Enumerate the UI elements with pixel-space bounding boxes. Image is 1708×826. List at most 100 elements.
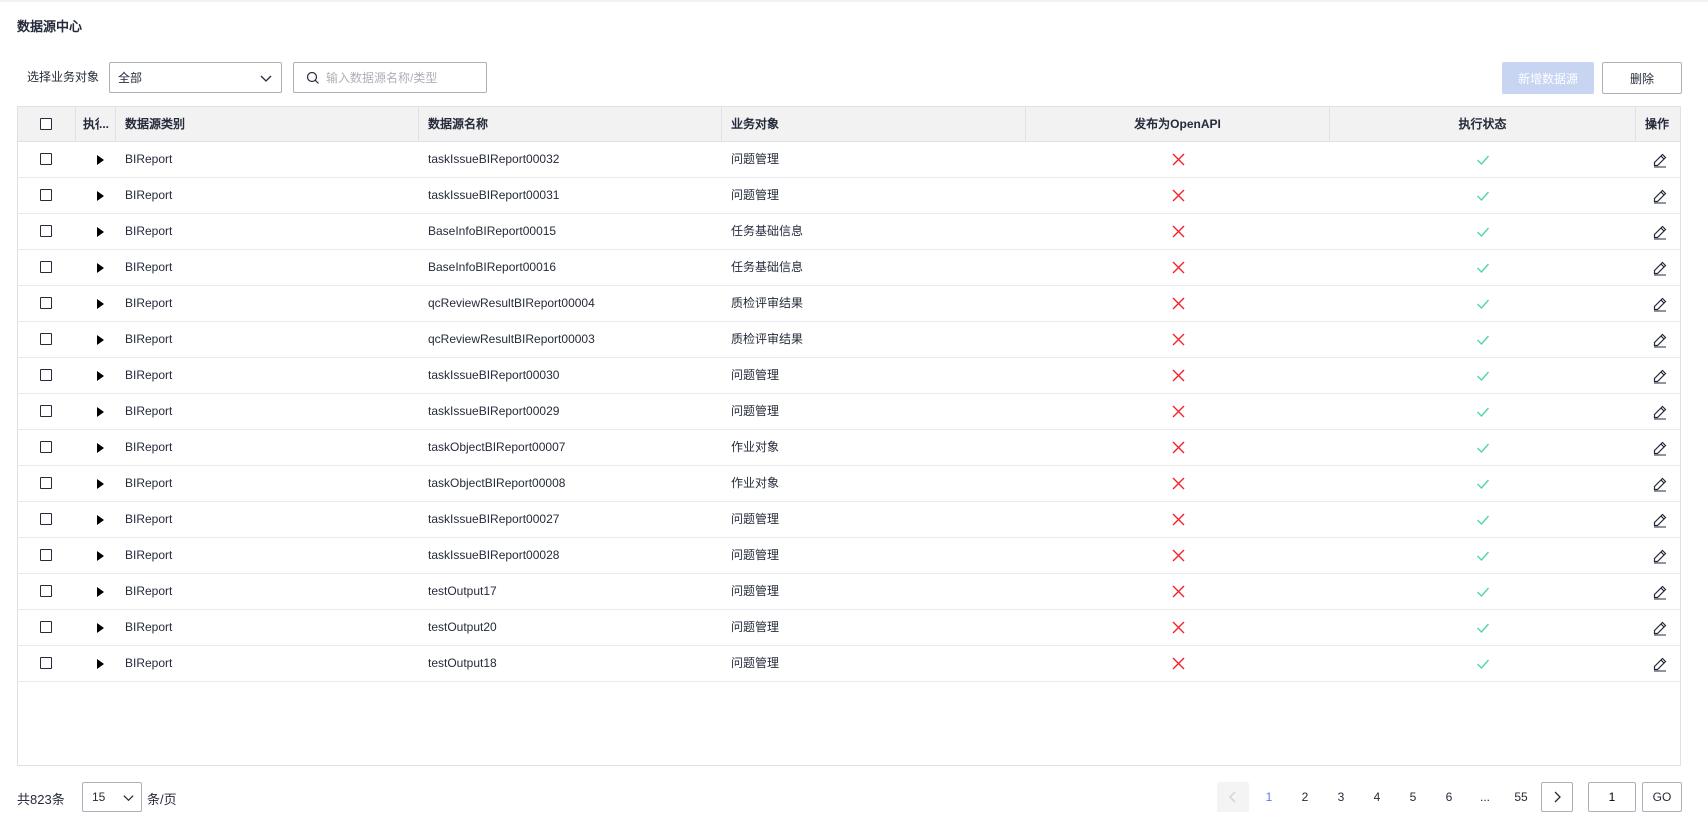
caret-right-icon[interactable] — [94, 585, 106, 599]
row-checkbox[interactable] — [40, 369, 52, 381]
caret-right-icon[interactable] — [94, 657, 106, 671]
name-cell: testOutput18 — [428, 656, 497, 670]
table-row[interactable]: BIReport testOutput17 问题管理 — [18, 574, 1680, 610]
table-row[interactable]: BIReport testOutput20 问题管理 — [18, 610, 1680, 646]
new-datasource-button[interactable]: 新增数据源 — [1502, 62, 1594, 94]
edit-icon[interactable] — [1652, 152, 1668, 168]
edit-icon[interactable] — [1652, 404, 1668, 420]
row-checkbox[interactable] — [40, 441, 52, 453]
header-category: 数据源类别 — [116, 107, 419, 141]
caret-right-icon[interactable] — [94, 333, 106, 347]
row-checkbox[interactable] — [40, 225, 52, 237]
table-row[interactable]: BIReport qcReviewResultBIReport00003 质检评审结… — [18, 322, 1680, 358]
row-checkbox[interactable] — [40, 477, 52, 489]
row-checkbox[interactable] — [40, 513, 52, 525]
caret-right-icon[interactable] — [94, 477, 106, 491]
table-row[interactable]: BIReport taskIssueBIReport00029 问题管理 — [18, 394, 1680, 430]
chevron-left-icon — [1229, 791, 1236, 803]
go-button[interactable]: GO — [1642, 782, 1682, 812]
page-number[interactable]: 5 — [1397, 782, 1429, 812]
edit-icon[interactable] — [1652, 260, 1668, 276]
page-number[interactable]: 2 — [1289, 782, 1321, 812]
edit-icon[interactable] — [1652, 296, 1668, 312]
edit-icon[interactable] — [1652, 224, 1668, 240]
table-row[interactable]: BIReport taskIssueBIReport00030 问题管理 — [18, 358, 1680, 394]
row-checkbox[interactable] — [40, 549, 52, 561]
page-size-select[interactable]: 15 — [82, 782, 142, 812]
table-row[interactable]: BIReport qcReviewResultBIReport00004 质检评审结… — [18, 286, 1680, 322]
caret-right-icon[interactable] — [94, 261, 106, 275]
object-cell: 质检评审结果 — [731, 332, 804, 346]
search-box[interactable] — [293, 62, 487, 93]
edit-icon[interactable] — [1652, 548, 1668, 564]
row-checkbox[interactable] — [40, 585, 52, 597]
edit-icon[interactable] — [1652, 332, 1668, 348]
search-input[interactable] — [324, 69, 478, 86]
caret-right-icon[interactable] — [94, 189, 106, 203]
caret-right-icon[interactable] — [94, 549, 106, 563]
name-cell: taskObjectBIReport00008 — [428, 476, 566, 490]
check-icon — [1477, 587, 1490, 598]
caret-right-icon[interactable] — [94, 621, 106, 635]
edit-icon[interactable] — [1652, 584, 1668, 600]
table-row[interactable]: BIReport taskIssueBIReport00027 问题管理 — [18, 502, 1680, 538]
table-row[interactable]: BIReport taskIssueBIReport00031 问题管理 — [18, 178, 1680, 214]
caret-right-icon[interactable] — [94, 225, 106, 239]
edit-icon[interactable] — [1652, 656, 1668, 672]
caret-right-icon[interactable] — [94, 405, 106, 419]
close-icon — [1172, 225, 1185, 238]
edit-icon[interactable] — [1652, 188, 1668, 204]
page-number[interactable]: 1 — [1253, 782, 1285, 812]
next-page-button[interactable] — [1541, 782, 1573, 812]
check-icon — [1477, 371, 1490, 382]
header-actions: 操作 — [1645, 117, 1670, 131]
page-number[interactable]: 3 — [1325, 782, 1357, 812]
edit-icon[interactable] — [1652, 476, 1668, 492]
row-checkbox[interactable] — [40, 297, 52, 309]
row-checkbox[interactable] — [40, 261, 52, 273]
caret-right-icon[interactable] — [94, 153, 106, 167]
category-cell: BIReport — [125, 512, 173, 526]
row-checkbox[interactable] — [40, 189, 52, 201]
page: 数据源中心 选择业务对象 全部 新增数据源 删除 执行... 数据源类别 数据源… — [0, 0, 1708, 826]
caret-right-icon[interactable] — [94, 513, 106, 527]
check-icon — [1477, 515, 1490, 526]
table-row[interactable]: BIReport taskIssueBIReport00032 问题管理 — [18, 142, 1680, 178]
jump-page-input[interactable] — [1588, 782, 1636, 812]
object-cell: 作业对象 — [731, 476, 780, 490]
row-checkbox[interactable] — [40, 405, 52, 417]
object-cell: 问题管理 — [731, 584, 780, 598]
object-cell: 问题管理 — [731, 188, 780, 202]
page-number[interactable]: 6 — [1433, 782, 1465, 812]
row-checkbox[interactable] — [40, 153, 52, 165]
row-checkbox[interactable] — [40, 621, 52, 633]
table-row[interactable]: BIReport BaseInfoBIReport00015 任务基础信息 — [18, 214, 1680, 250]
table-row[interactable]: BIReport taskIssueBIReport00028 问题管理 — [18, 538, 1680, 574]
caret-right-icon[interactable] — [94, 441, 106, 455]
close-icon — [1172, 441, 1185, 454]
page-number[interactable]: 55 — [1505, 782, 1537, 812]
row-checkbox[interactable] — [40, 333, 52, 345]
edit-icon[interactable] — [1652, 440, 1668, 456]
check-icon — [1477, 659, 1490, 670]
check-icon — [1477, 479, 1490, 490]
close-icon — [1172, 405, 1185, 418]
table-row[interactable]: BIReport testOutput18 问题管理 — [18, 646, 1680, 682]
edit-icon[interactable] — [1652, 512, 1668, 528]
edit-icon[interactable] — [1652, 620, 1668, 636]
check-icon — [1477, 335, 1490, 346]
table-row[interactable]: BIReport BaseInfoBIReport00016 任务基础信息 — [18, 250, 1680, 286]
close-icon — [1172, 585, 1185, 598]
prev-page-button[interactable] — [1217, 782, 1249, 812]
delete-button[interactable]: 删除 — [1602, 62, 1682, 94]
row-checkbox[interactable] — [40, 657, 52, 669]
caret-right-icon[interactable] — [94, 297, 106, 311]
table-row[interactable]: BIReport taskObjectBIReport00007 作业对象 — [18, 430, 1680, 466]
chevron-down-icon — [123, 795, 134, 802]
business-object-select[interactable]: 全部 — [109, 62, 282, 93]
table-row[interactable]: BIReport taskObjectBIReport00008 作业对象 — [18, 466, 1680, 502]
caret-right-icon[interactable] — [94, 369, 106, 383]
page-number[interactable]: 4 — [1361, 782, 1393, 812]
edit-icon[interactable] — [1652, 368, 1668, 384]
select-all-checkbox[interactable] — [40, 118, 52, 130]
